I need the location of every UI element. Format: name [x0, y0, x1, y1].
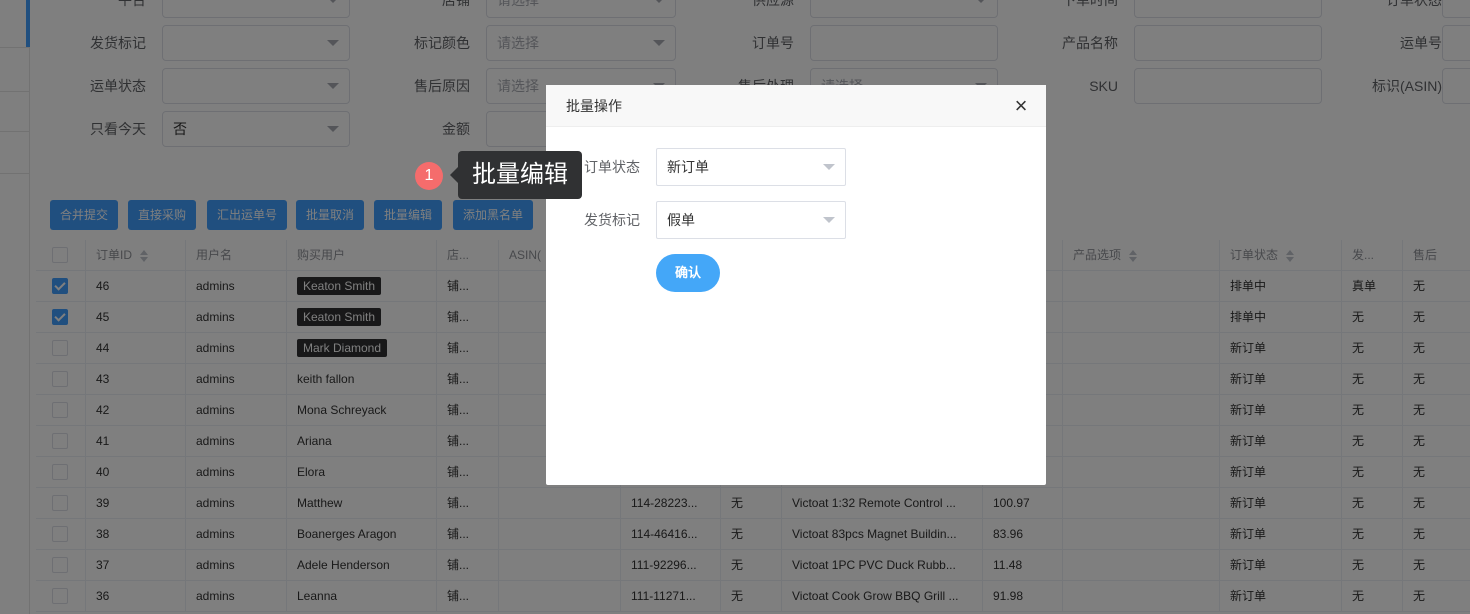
chevron-down-icon [823, 217, 835, 223]
step-tooltip: 批量编辑 [450, 151, 582, 199]
ship-mark-select[interactable]: 假单 [656, 201, 846, 239]
dialog-title: 批量操作 [566, 98, 622, 114]
batch-operation-dialog: 批量操作 × 订单状态 新订单 发货标记 假单 确认 [546, 85, 1046, 485]
order-status-select[interactable]: 新订单 [656, 148, 846, 186]
step-badge: 1 [415, 162, 443, 190]
confirm-button[interactable]: 确认 [656, 254, 720, 292]
ship-mark-value: 假单 [667, 212, 695, 228]
close-icon[interactable]: × [1010, 95, 1032, 117]
chevron-down-icon [823, 164, 835, 170]
ship-mark-label: 发货标记 [584, 212, 640, 228]
order-status-value: 新订单 [667, 159, 709, 175]
dialog-header: 批量操作 × [546, 85, 1046, 127]
